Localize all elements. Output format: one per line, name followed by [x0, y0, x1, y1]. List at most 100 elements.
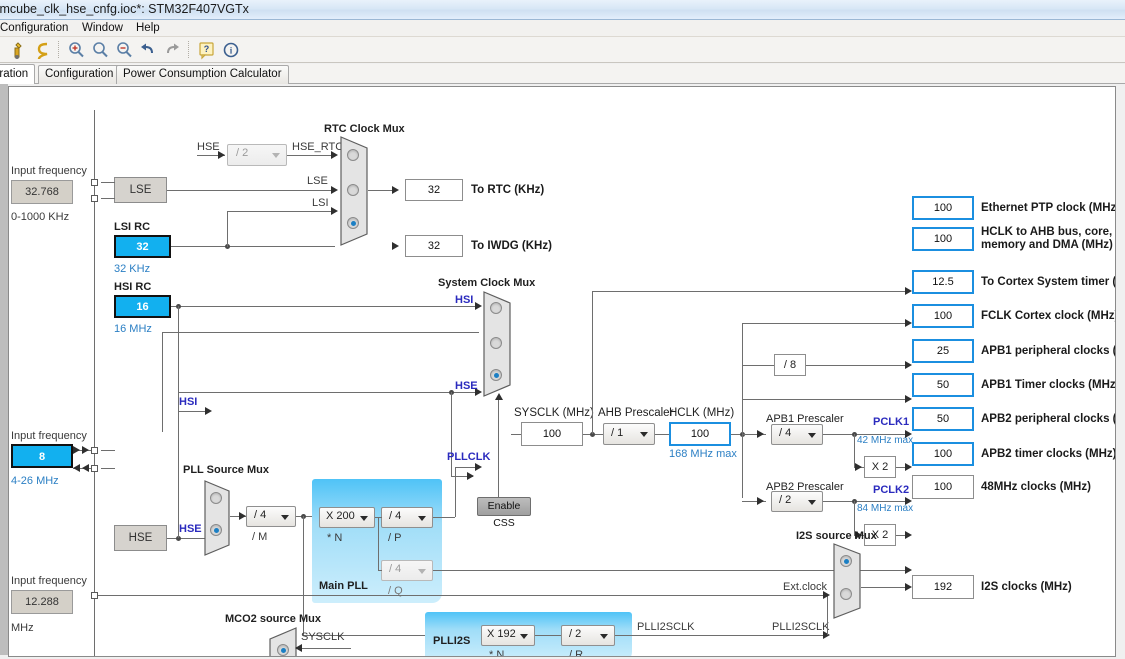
pll-p-divider-value: / 4: [389, 510, 402, 522]
plli2s-n-select[interactable]: X 192: [481, 625, 535, 646]
clock-configuration-canvas-area: Input frequency 32.768 0-1000 KHz LSE LS…: [0, 84, 1125, 659]
menu-item-help[interactable]: Help: [132, 21, 164, 35]
i2s-mux-option-plli2sclk[interactable]: [840, 555, 852, 567]
hsi-rc-value[interactable]: 16: [114, 295, 171, 318]
mco2-mux-option-sysclk[interactable]: [277, 644, 289, 656]
hse-rtc-divider-select[interactable]: / 2: [227, 144, 287, 166]
pll-n-multiplier-value: X 200: [326, 510, 355, 522]
zoom-reset-icon[interactable]: [90, 40, 112, 60]
arrow-to-fclk: [905, 395, 912, 403]
wire-hclk-to-fclk: [742, 399, 909, 400]
undo-icon[interactable]: [138, 40, 160, 60]
apb1-prescaler-select[interactable]: / 4: [771, 424, 823, 445]
i2s-mux-option-extclock[interactable]: [840, 588, 852, 600]
apb1-timer-multiplier: X 2: [864, 456, 896, 478]
about-icon[interactable]: i: [220, 40, 242, 60]
output-label-8: 48MHz clocks (MHz): [981, 481, 1091, 493]
rtc-mux-option-hse-rtc[interactable]: [347, 149, 359, 161]
output-value-0[interactable]: 100: [912, 196, 974, 220]
arrow-to-apb2-timer: [905, 531, 912, 539]
rtc-mux-option-lsi[interactable]: [347, 217, 359, 229]
apb1-prescaler-value: / 4: [779, 427, 792, 439]
system-clock-mux-option-hse[interactable]: [490, 337, 502, 349]
hse-input-frequency-field[interactable]: 8: [11, 444, 73, 468]
to-rtc-value[interactable]: 32: [405, 179, 463, 201]
hse-component[interactable]: HSE: [114, 525, 167, 551]
wire-hsi-to-sysmux: [171, 306, 479, 307]
zoom-out-icon[interactable]: [114, 40, 136, 60]
lse-component[interactable]: LSE: [114, 177, 167, 203]
output-value-9[interactable]: 192: [912, 575, 974, 599]
toolbar-separator-2: [188, 41, 189, 58]
redo-icon[interactable]: [162, 40, 184, 60]
output-label-1: HCLK to AHB bus, core, memory and DMA (M…: [981, 226, 1113, 251]
clock-tree-diagram[interactable]: Input frequency 32.768 0-1000 KHz LSE LS…: [8, 86, 1116, 657]
code-generate-icon[interactable]: [32, 40, 54, 60]
wire-hclk-to-ahbbus: [742, 323, 909, 324]
pll-m-divider-value: / 4: [254, 509, 267, 521]
system-clock-mux-option-hsi[interactable]: [490, 302, 502, 314]
system-clock-mux-option-pllclk[interactable]: [490, 369, 502, 381]
arrow-to-48mhz: [905, 566, 912, 574]
pll-n-multiplier-select[interactable]: X 200: [319, 507, 375, 528]
pll-source-mux[interactable]: [204, 480, 230, 556]
enable-css-button[interactable]: Enable CSS: [477, 497, 531, 529]
build-icon[interactable]: [8, 40, 30, 60]
window-title-bar: tmcube_clk_hse_cnfg.ioc*: STM32F407VGTx: [0, 0, 1125, 20]
mco2-source-mux[interactable]: [269, 627, 297, 656]
output-value-3[interactable]: 100: [912, 304, 974, 328]
tab-clock-configuration[interactable]: uration: [0, 64, 36, 84]
menu-bar: Configuration Window Help: [0, 20, 1125, 37]
pll-source-mux-option-hse[interactable]: [210, 524, 222, 536]
i2s-input-frequency-field[interactable]: 12.288: [11, 590, 73, 614]
output-value-1[interactable]: 100: [912, 227, 974, 251]
i2s-ext-pin: [91, 592, 98, 599]
i2s-source-mux[interactable]: [833, 543, 861, 619]
menu-item-window[interactable]: Window: [78, 21, 127, 35]
output-value-2[interactable]: 12.5: [912, 270, 974, 294]
help-icon[interactable]: ?: [196, 40, 218, 60]
pll-source-mux-title: PLL Source Mux: [183, 464, 269, 476]
wire-hse-up: [178, 392, 179, 538]
lsi-rc-value[interactable]: 32: [114, 235, 171, 258]
menu-item-configuration[interactable]: Configuration: [0, 21, 72, 35]
pll-p-divider-select[interactable]: / 4: [381, 507, 433, 528]
output-value-8[interactable]: 100: [912, 475, 974, 499]
tab-power-consumption-calculator[interactable]: Power Consumption Calculator: [116, 65, 289, 84]
to-iwdg-value[interactable]: 32: [405, 235, 463, 257]
lse-range-label: 0-1000 KHz: [11, 211, 70, 223]
wire-ahb-to-hclk: [655, 434, 669, 435]
chevron-down-icon: [360, 516, 368, 521]
wire-n-to-q: [378, 517, 379, 570]
wire-apb1-to-peri: [823, 434, 909, 435]
i2s-input-frequency-unit: MHz: [11, 622, 34, 634]
tab-configuration[interactable]: Configuration: [38, 65, 121, 84]
pll-q-divider-select[interactable]: / 4: [381, 560, 433, 581]
chevron-down-icon: [808, 500, 816, 505]
rtc-mux-option-lse[interactable]: [347, 184, 359, 196]
i2s-source-mux-title: I2S source Mux: [796, 530, 877, 542]
ahb-prescaler-select[interactable]: / 1: [603, 423, 655, 445]
output-value-5[interactable]: 50: [912, 373, 974, 397]
hclk-value[interactable]: 100: [669, 422, 731, 446]
pll-source-mux-option-hsi[interactable]: [210, 492, 222, 504]
sysclk-value[interactable]: 100: [521, 422, 583, 446]
arrow-pllclk-to-sysmux: [475, 463, 482, 471]
system-clock-mux[interactable]: [483, 291, 511, 397]
rtc-clock-mux[interactable]: [340, 136, 368, 246]
plli2sclk-label: PLLI2SCLK: [637, 621, 695, 633]
arrow-hse-to-rtcdiv: [218, 151, 225, 159]
lsi-rc-title: LSI RC: [114, 221, 151, 233]
zoom-in-icon[interactable]: [66, 40, 88, 60]
output-value-4[interactable]: 25: [912, 339, 974, 363]
lse-input-frequency-field[interactable]: 32.768: [11, 180, 73, 204]
output-value-7[interactable]: 100: [912, 442, 974, 466]
hse-pin-out: [91, 465, 98, 472]
hse-range-label: 4-26 MHz: [11, 475, 59, 487]
cortex-systick-divider[interactable]: / 8: [774, 354, 806, 376]
plli2s-r-select[interactable]: / 2: [561, 625, 615, 646]
apb2-prescaler-select[interactable]: / 2: [771, 491, 823, 512]
pll-m-divider-select[interactable]: / 4: [246, 506, 296, 527]
output-value-6[interactable]: 50: [912, 407, 974, 431]
hse-rtc-div-input-label: HSE: [197, 141, 220, 153]
